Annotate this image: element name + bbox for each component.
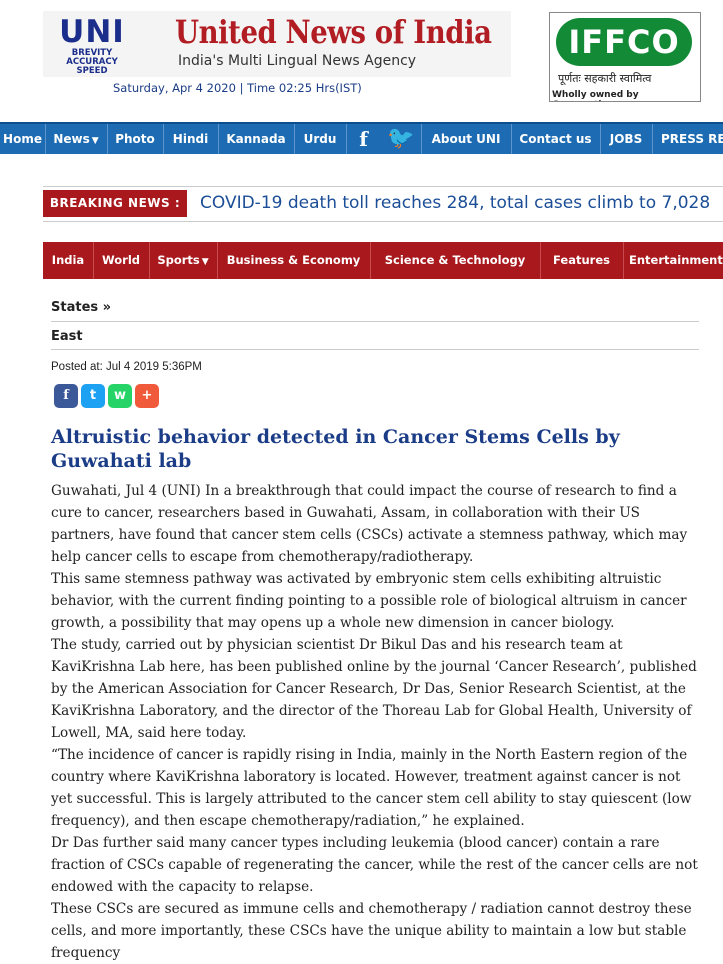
cat-science-technology[interactable]: Science & Technology — [370, 242, 541, 279]
uni-logo-banner[interactable]: UNI BREVITY ACCURACY SPEED United News o… — [43, 11, 511, 77]
iffco-logo: IFFCO — [556, 18, 692, 66]
share-buttons: f t w + — [54, 384, 162, 410]
breadcrumb-states[interactable]: States » — [51, 300, 111, 315]
nav-photo[interactable]: Photo — [107, 124, 164, 154]
chevron-down-icon: ▼ — [201, 257, 209, 267]
nav-about-uni[interactable]: About UNI — [421, 124, 512, 154]
article-paragraph: The study, carried out by physician scie… — [51, 637, 697, 741]
chevron-down-icon: ▼ — [91, 136, 99, 146]
category-nav: India World Sports ▼ Business & Economy S… — [43, 242, 723, 279]
share-facebook-icon[interactable]: f — [54, 384, 78, 408]
cat-india[interactable]: India — [43, 242, 94, 279]
nav-press-release[interactable]: PRESS RE — [652, 124, 723, 154]
nav-contact-us[interactable]: Contact us — [511, 124, 601, 154]
article-paragraph: “The incidence of cancer is rapidly risi… — [51, 747, 692, 829]
nav-home[interactable]: Home — [0, 124, 46, 154]
iffco-footer-text: Wholly owned by Cooperatives — [552, 90, 639, 101]
cat-features[interactable]: Features — [540, 242, 624, 279]
nav-jobs[interactable]: JOBS — [600, 124, 653, 154]
twitter-icon[interactable]: 🐦 — [381, 124, 422, 154]
uni-logo-mark: UNI BREVITY ACCURACY SPEED — [57, 15, 127, 76]
divider — [51, 321, 699, 322]
breaking-news-headline[interactable]: COVID-19 death toll reaches 284, total c… — [200, 190, 710, 217]
article-body: Guwahati, Jul 4 (UNI) In a breakthrough … — [51, 480, 703, 964]
brand-name: United News of India — [175, 13, 492, 51]
uni-logo-text: UNI — [59, 14, 125, 50]
share-twitter-icon[interactable]: t — [81, 384, 105, 408]
nav-kannada[interactable]: Kannada — [218, 124, 295, 154]
nav-news[interactable]: News ▼ — [45, 124, 108, 154]
cat-sports-label: Sports — [157, 253, 200, 267]
brand-subtitle: India's Multi Lingual News Agency — [178, 53, 417, 69]
uni-tag-speed: SPEED — [76, 66, 108, 76]
cat-business-economy[interactable]: Business & Economy — [217, 242, 371, 279]
facebook-icon[interactable]: f — [346, 124, 381, 154]
iffco-hindi-tagline: पूर्णतः सहकारी स्वामित्व — [558, 72, 652, 85]
cat-world[interactable]: World — [93, 242, 150, 279]
article-paragraph: This same stemness pathway was activated… — [51, 571, 687, 631]
article-headline: Altruistic behavior detected in Cancer S… — [51, 426, 620, 472]
breadcrumb-region[interactable]: East — [51, 329, 83, 344]
dateline: Saturday, Apr 4 2020 | Time 02:25 Hrs(IS… — [113, 81, 362, 95]
article-paragraph: These CSCs are secured as immune cells a… — [51, 901, 692, 961]
breaking-news-label: BREAKING NEWS : — [43, 190, 187, 217]
article-paragraph: Guwahati, Jul 4 (UNI) In a breakthrough … — [51, 483, 688, 565]
article-paragraph: Dr Das further said many cancer types in… — [51, 835, 698, 895]
main-nav: Home News ▼ Photo Hindi Kannada Urdu f 🐦 … — [0, 122, 723, 154]
nav-hindi[interactable]: Hindi — [163, 124, 219, 154]
share-whatsapp-icon[interactable]: w — [108, 384, 132, 408]
share-more-icon[interactable]: + — [135, 384, 159, 408]
cat-sports[interactable]: Sports ▼ — [149, 242, 218, 279]
iffco-ad-banner[interactable]: IFFCO पूर्णतः सहकारी स्वामित्व Wholly ow… — [549, 12, 701, 102]
posted-timestamp: Posted at: Jul 4 2019 5:36PM — [51, 361, 202, 373]
breaking-news-bar: BREAKING NEWS : COVID-19 death toll reac… — [43, 186, 723, 222]
cat-entertainment[interactable]: Entertainment — [623, 242, 723, 279]
divider — [51, 349, 699, 350]
nav-urdu[interactable]: Urdu — [294, 124, 347, 154]
nav-news-label: News — [53, 132, 90, 146]
